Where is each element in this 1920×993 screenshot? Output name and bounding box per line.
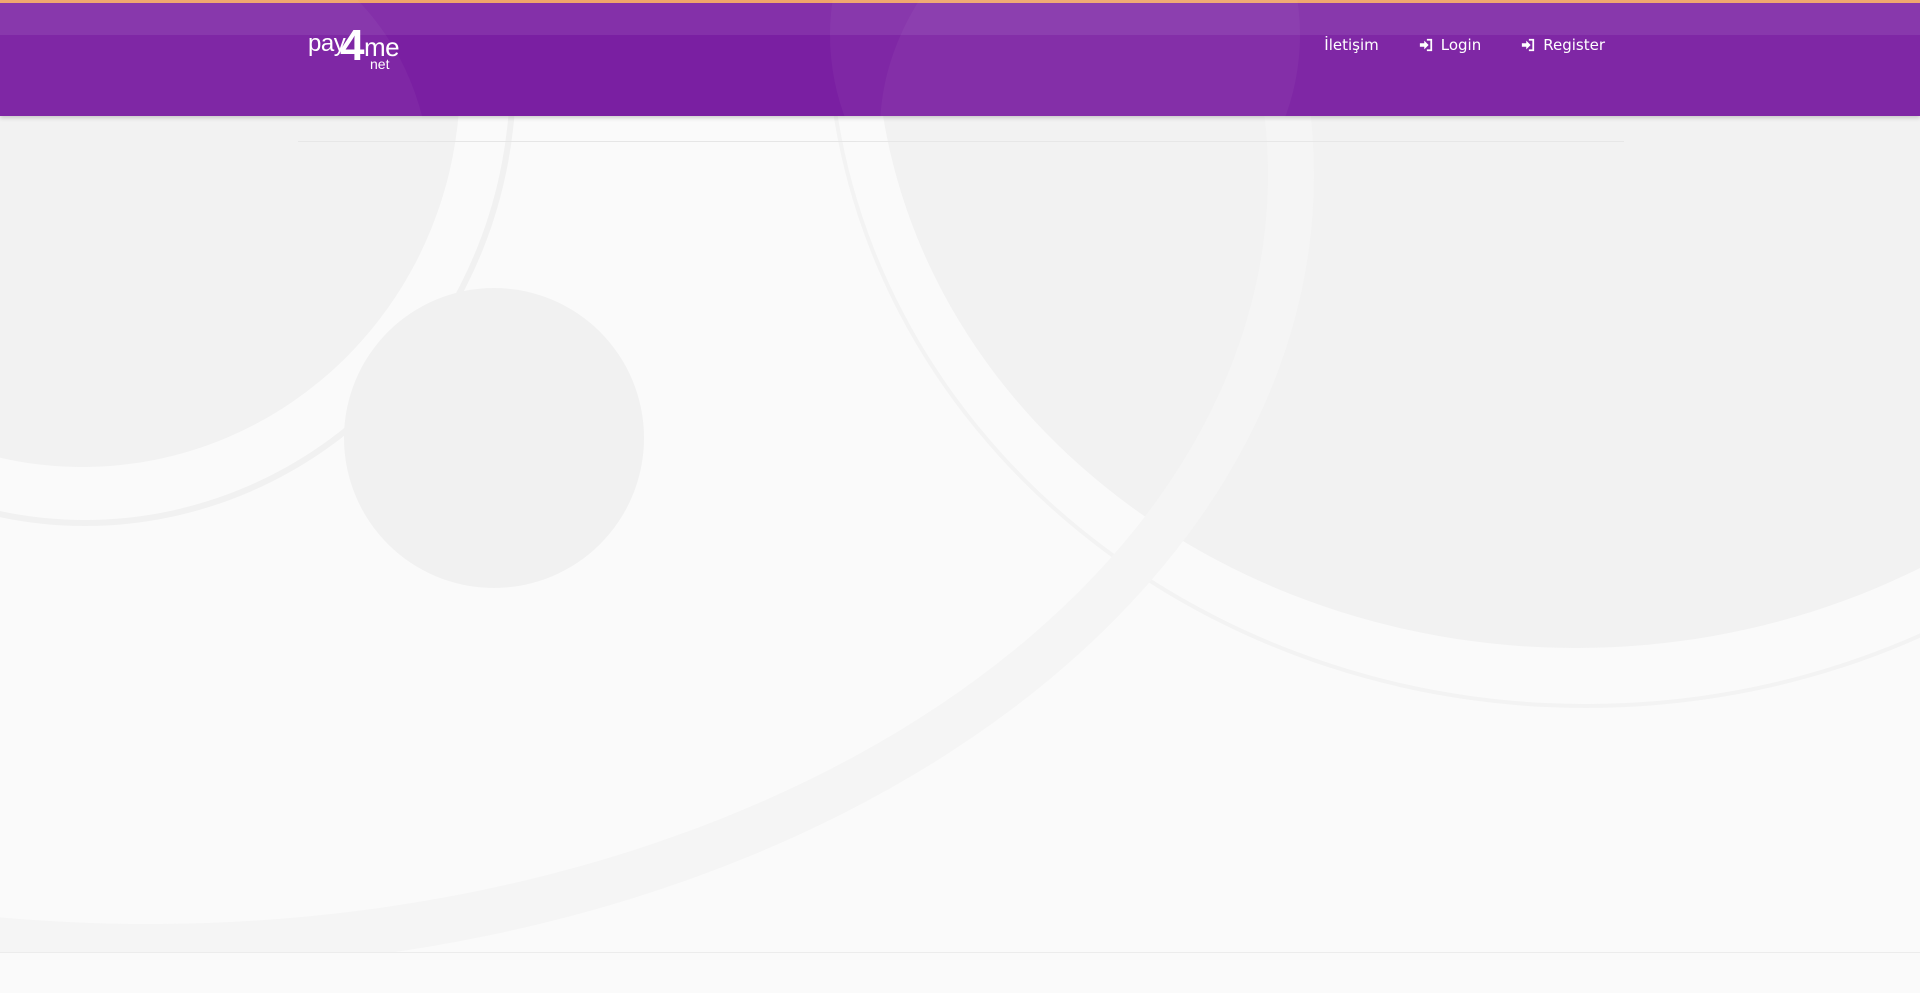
logo-text-net: net — [370, 56, 390, 72]
nav-link-contact-label: İletişim — [1324, 36, 1379, 54]
nav-link-register[interactable]: Register — [1521, 36, 1605, 54]
nav-link-register-label: Register — [1543, 36, 1605, 54]
nav-link-login[interactable]: Login — [1419, 36, 1481, 54]
nav-link-contact[interactable]: İletişim — [1324, 36, 1378, 54]
footer — [0, 953, 1920, 993]
footer-divider — [0, 952, 1920, 953]
logo-text-four: 4 — [340, 21, 365, 70]
sign-in-icon — [1522, 38, 1535, 52]
page: pay 4 me net İletişim Login Register — [0, 0, 1920, 993]
nav-link-login-label: Login — [1440, 36, 1482, 54]
background-circle — [344, 288, 644, 588]
sign-in-icon — [1419, 38, 1432, 52]
site-logo[interactable]: pay 4 me net — [308, 24, 408, 74]
top-navbar: pay 4 me net İletişim Login Register — [0, 0, 1920, 480]
main-nav: İletişim Login Register — [1324, 36, 1605, 54]
